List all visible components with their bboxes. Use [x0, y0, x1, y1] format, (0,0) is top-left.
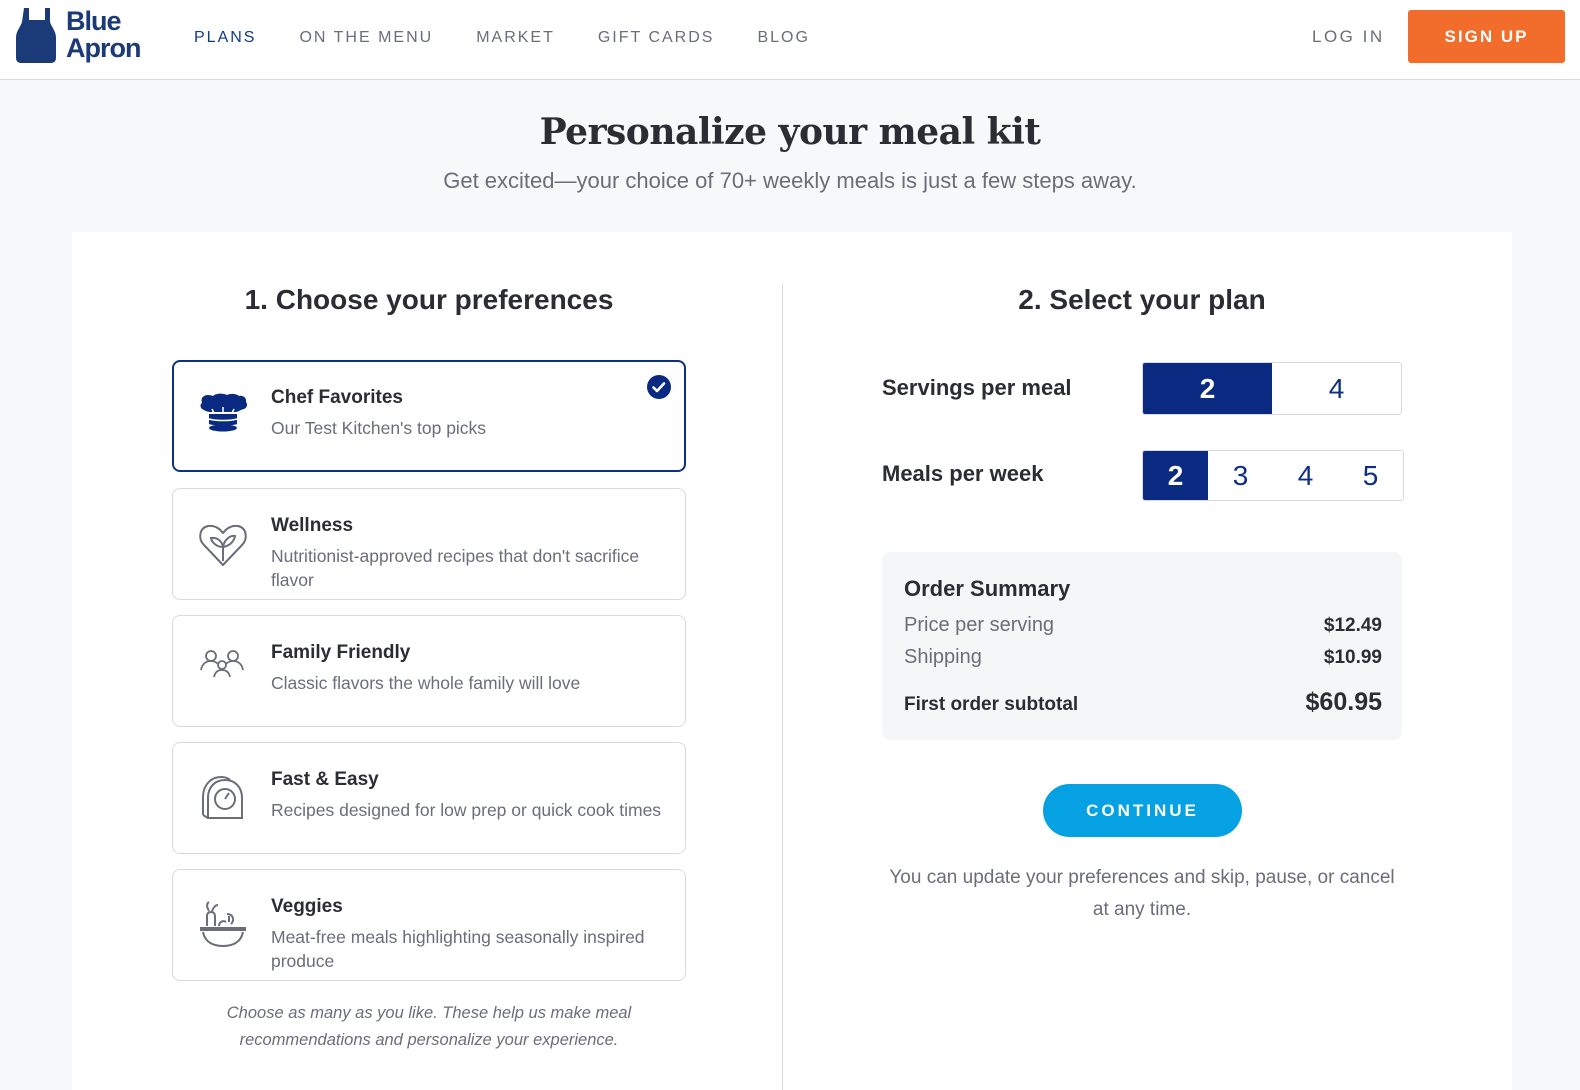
- main-nav: PLANS ON THE MENU MARKET GIFT CARDS BLOG: [194, 0, 853, 76]
- meals-option-4[interactable]: 4: [1273, 451, 1338, 500]
- preference-description: Meat-free meals highlighting seasonally …: [271, 927, 645, 971]
- top-nav-bar: Blue Apron PLANS ON THE MENU MARKET GIFT…: [0, 0, 1580, 80]
- meals-label: Meals per week: [882, 461, 1044, 486]
- preference-veggies[interactable]: Veggies Meat-free meals highlighting sea…: [172, 869, 686, 981]
- nav-on-the-menu[interactable]: ON THE MENU: [299, 29, 433, 47]
- meals-option-3[interactable]: 3: [1208, 451, 1273, 500]
- shipping-label: Shipping: [904, 646, 982, 668]
- preference-chef-favorites[interactable]: Chef Favorites Our Test Kitchen's top pi…: [172, 360, 686, 472]
- nav-plans[interactable]: PLANS: [194, 29, 256, 47]
- meals-selector: 2 3 4 5: [1142, 450, 1404, 501]
- preference-wellness[interactable]: Wellness Nutritionist-approved recipes t…: [172, 488, 686, 600]
- veggie-bowl-icon: [200, 901, 246, 948]
- servings-label: Servings per meal: [882, 375, 1072, 400]
- servings-option-4[interactable]: 4: [1272, 363, 1401, 414]
- continue-button[interactable]: CONTINUE: [1043, 784, 1242, 837]
- servings-selector: 2 4: [1142, 362, 1402, 415]
- checkmark-circle-icon: [647, 375, 671, 399]
- page-subtitle: Get excited—your choice of 70+ weekly me…: [443, 168, 1137, 193]
- blue-apron-logo[interactable]: Blue Apron: [16, 6, 141, 64]
- order-summary-title: Order Summary: [904, 576, 1071, 601]
- signup-button[interactable]: SIGN UP: [1408, 10, 1565, 63]
- logo-line-1: Blue: [66, 6, 122, 36]
- order-summary: Order Summary Price per serving $12.49 S…: [882, 552, 1402, 740]
- column-divider: [782, 284, 783, 1090]
- preference-description: Our Test Kitchen's top picks: [271, 418, 487, 438]
- shipping-value: $10.99: [1323, 647, 1382, 668]
- preference-description: Recipes designed for low prep or quick c…: [271, 800, 662, 820]
- shipping-row: Shipping $10.99: [904, 646, 1382, 669]
- preference-title: Veggies: [271, 896, 343, 917]
- price-per-serving-row: Price per serving $12.49: [904, 614, 1382, 637]
- preference-description: Classic flavors the whole family will lo…: [271, 673, 581, 693]
- plan-heading: 2. Select your plan: [1018, 284, 1266, 315]
- subtotal-value: $60.95: [1305, 688, 1382, 716]
- logo-line-2: Apron: [66, 33, 141, 63]
- preference-family-friendly[interactable]: Family Friendly Classic flavors the whol…: [172, 615, 686, 727]
- price-per-serving-label: Price per serving: [904, 614, 1055, 636]
- logo-wordmark: Blue Apron: [66, 6, 141, 63]
- nav-gift-cards[interactable]: GIFT CARDS: [598, 29, 715, 47]
- nav-market[interactable]: MARKET: [476, 29, 555, 47]
- nav-blog[interactable]: BLOG: [757, 29, 809, 47]
- chef-hat-icon: [200, 393, 248, 432]
- meals-option-5[interactable]: 5: [1338, 451, 1403, 500]
- price-per-serving-value: $12.49: [1323, 615, 1382, 636]
- preference-title: Fast & Easy: [271, 769, 379, 790]
- preference-title: Wellness: [271, 515, 354, 536]
- preferences-hint: Choose as many as you like. These help u…: [226, 1004, 632, 1049]
- preference-fast-easy[interactable]: Fast & Easy Recipes designed for low pre…: [172, 742, 686, 854]
- meals-option-2[interactable]: 2: [1143, 451, 1208, 500]
- subtotal-label: First order subtotal: [904, 694, 1079, 715]
- preference-description: Nutritionist-approved recipes that don't…: [271, 546, 640, 590]
- subtotal-row: First order subtotal $60.95: [904, 688, 1382, 717]
- family-icon: [200, 650, 244, 678]
- flexibility-note: You can update your preferences and skip…: [889, 867, 1395, 920]
- page-title: Personalize your meal kit: [539, 111, 1041, 153]
- apron-logo-icon: [16, 8, 56, 63]
- timer-icon: [202, 775, 243, 819]
- servings-option-2[interactable]: 2: [1143, 363, 1272, 414]
- preferences-heading: 1. Choose your preferences: [244, 284, 614, 315]
- preference-title: Chef Favorites: [271, 387, 403, 408]
- preference-title: Family Friendly: [271, 642, 411, 663]
- login-link[interactable]: LOG IN: [1312, 27, 1385, 47]
- heart-leaf-icon: [199, 524, 247, 566]
- plan-builder-card: 1. Choose your preferences Chef Favorite…: [72, 232, 1512, 1090]
